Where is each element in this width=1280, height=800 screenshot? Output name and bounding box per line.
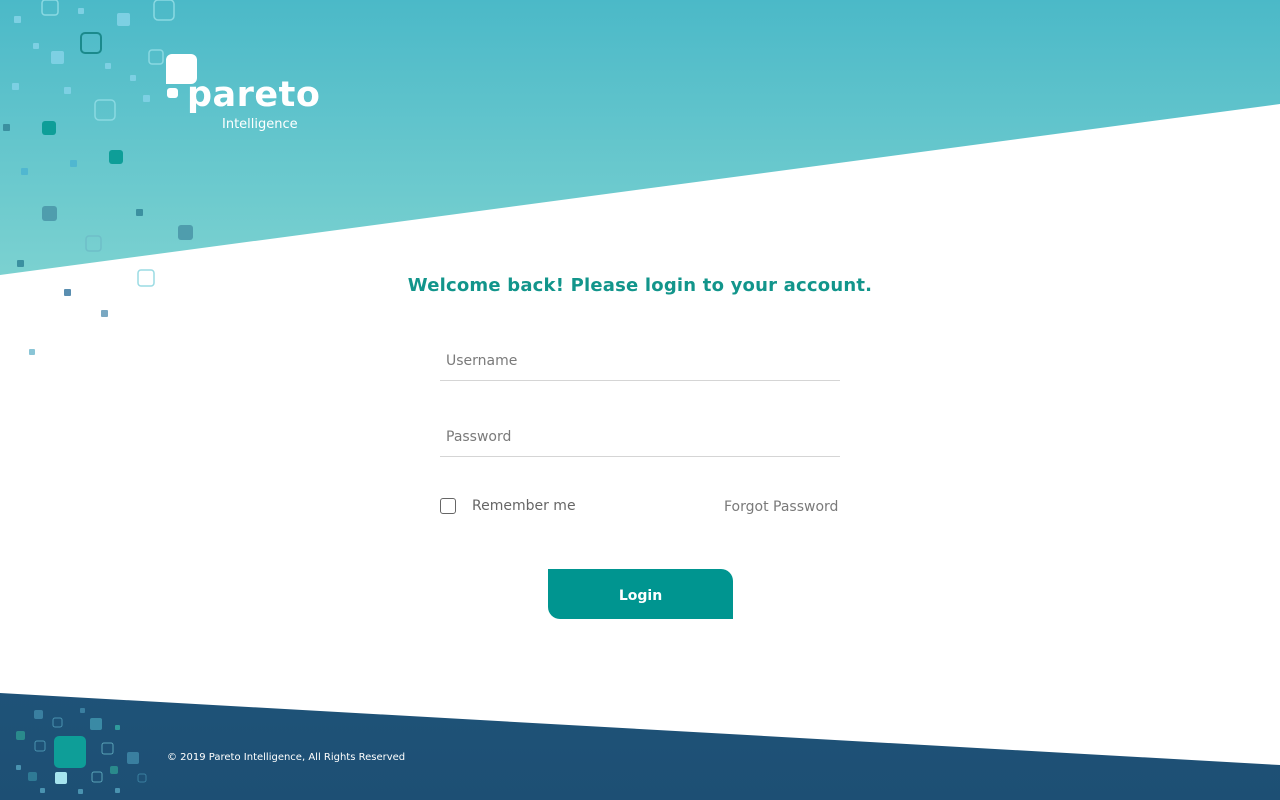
- top-square-pattern: [3, 0, 193, 355]
- remember-me-option[interactable]: Remember me: [440, 498, 576, 514]
- copyright-text: © 2019 Pareto Intelligence, All Rights R…: [167, 752, 406, 763]
- forgot-password-link[interactable]: Forgot Password: [724, 499, 838, 515]
- login-button[interactable]: Login: [548, 569, 733, 619]
- username-input[interactable]: [440, 341, 840, 381]
- brand-name: pareto: [187, 75, 321, 115]
- footer-square-pattern: [16, 708, 147, 794]
- remember-me-label: Remember me: [472, 498, 576, 514]
- remember-me-checkbox[interactable]: [440, 498, 456, 514]
- password-input[interactable]: [440, 417, 840, 457]
- welcome-heading: Welcome back! Please login to your accou…: [407, 275, 873, 296]
- brand-subtitle: Intelligence: [222, 117, 298, 132]
- decorative-squares: [3, 0, 193, 794]
